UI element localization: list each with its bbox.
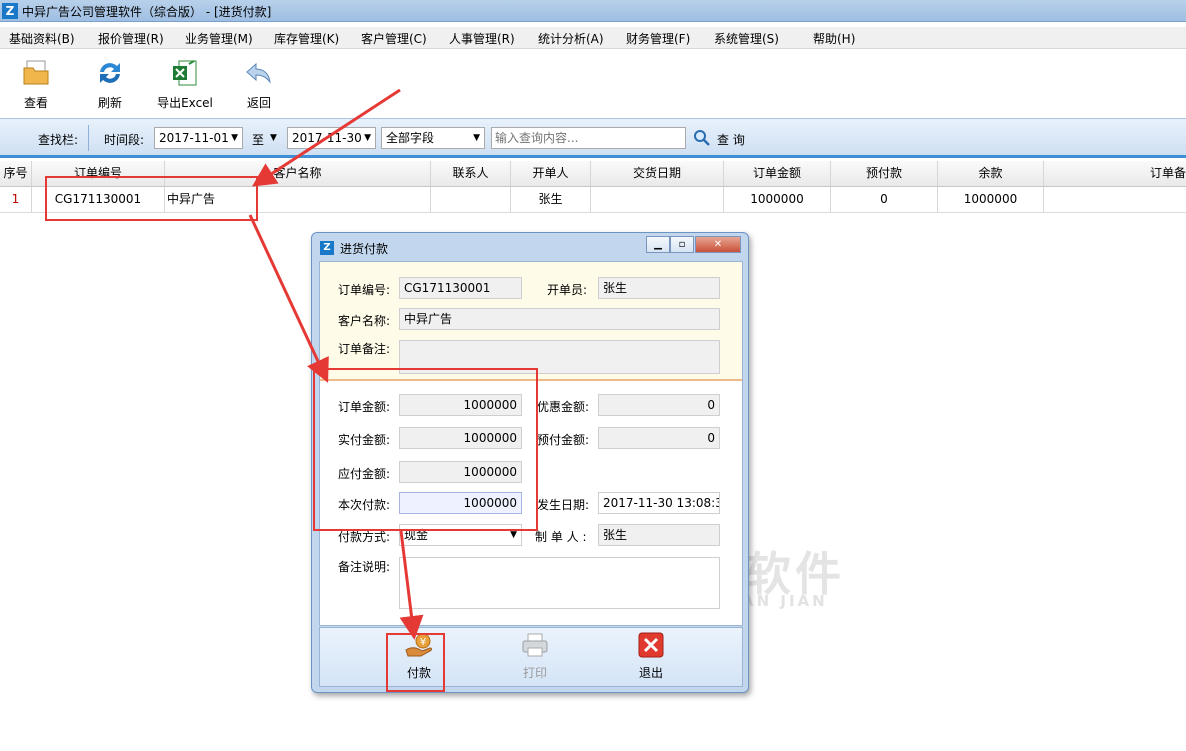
dropdown-arrow-icon: ▼ — [364, 133, 371, 143]
maker-label: 制 单 人 : — [535, 530, 587, 544]
dropdown-arrow-icon: ▼ — [473, 133, 480, 143]
menu-customer[interactable]: 客户管理(C) — [361, 30, 427, 47]
watermark-sub: AN JIAN — [742, 592, 828, 610]
order-remark-label: 订单备注: — [338, 342, 391, 356]
close-button[interactable]: ✕ — [695, 236, 741, 253]
discount-field[interactable]: 0 — [598, 394, 720, 416]
window-title: 中异广告公司管理软件（综合版） - [进货付款] — [22, 5, 272, 19]
dropdown-arrow-icon: ▼ — [231, 133, 238, 143]
cell-prepaid: 0 — [831, 187, 938, 212]
date-label: 发生日期: — [537, 498, 590, 512]
discount-label: 优惠金额: — [537, 400, 590, 414]
toolbar: 查看 刷新 导出Excel 返回 — [0, 50, 1186, 118]
maximize-button[interactable]: ▫ — [670, 236, 694, 253]
col-header[interactable]: 序号 — [0, 161, 32, 186]
printer-icon — [522, 633, 548, 657]
customer-label: 客户名称: — [338, 314, 391, 328]
menu-business[interactable]: 业务管理(M) — [185, 30, 253, 47]
cell-order-remark — [1044, 187, 1186, 212]
refresh-icon — [100, 63, 120, 83]
prepaid-amount-field[interactable]: 0 — [598, 427, 720, 449]
col-header[interactable]: 交货日期 — [591, 161, 724, 186]
menu-inventory[interactable]: 库存管理(K) — [274, 30, 339, 47]
order-no-field[interactable]: CG171130001 — [399, 277, 522, 299]
menu-basic-data[interactable]: 基础资料(B) — [9, 30, 75, 47]
query-button[interactable]: 查 询 — [693, 129, 753, 149]
search-bar: 查找栏: 时间段: 2017-11-01 ▼ 至 ▼ 2017-11-30 ▼ 全部… — [0, 118, 1186, 158]
menu-finance[interactable]: 财务管理(F) — [626, 30, 690, 47]
prepaid-amount-label: 预付金额: — [537, 433, 590, 447]
folder-view-icon — [23, 60, 49, 85]
annotation-box-amounts — [313, 368, 538, 531]
title-bar: Z 中异广告公司管理软件（综合版） - [进货付款] — [0, 0, 1186, 22]
menu-bar: 基础资料(B) 报价管理(R) 业务管理(M) 库存管理(K) 客户管理(C) … — [0, 27, 1186, 49]
creator-field[interactable]: 张生 — [598, 277, 720, 299]
cell-creator: 张生 — [511, 187, 591, 212]
print-button[interactable]: 打印 — [507, 632, 563, 681]
maker-field[interactable]: 张生 — [598, 524, 720, 546]
note-input[interactable] — [399, 557, 720, 609]
order-no-label: 订单编号: — [338, 283, 391, 297]
date-to-picker[interactable]: 2017-11-30 ▼ — [287, 127, 376, 149]
menu-hr[interactable]: 人事管理(R) — [449, 30, 515, 47]
menu-quote[interactable]: 报价管理(R) — [98, 30, 164, 47]
dialog-logo-icon: Z — [320, 241, 334, 255]
col-header[interactable]: 余款 — [938, 161, 1044, 186]
search-bar-label: 查找栏: — [38, 133, 79, 147]
col-header[interactable]: 联系人 — [431, 161, 511, 186]
app-logo-icon: Z — [2, 3, 18, 19]
exit-button[interactable]: 退出 — [623, 632, 679, 681]
refresh-button[interactable]: 刷新 — [80, 58, 140, 111]
dialog-button-bar: ¥ 付款 打印 退出 — [319, 627, 743, 687]
col-header[interactable]: 开单人 — [511, 161, 591, 186]
dialog-title-bar: Z 进货付款 ▁ ▫ ✕ — [312, 233, 748, 261]
cell-balance: 1000000 — [938, 187, 1044, 212]
annotation-box-order-row — [45, 176, 258, 221]
cell-contact — [431, 187, 511, 212]
row-number: 1 — [0, 187, 32, 212]
note-label: 备注说明: — [338, 560, 391, 574]
back-arrow-icon — [246, 62, 271, 84]
annotation-box-pay-button — [386, 633, 445, 692]
creator-label: 开单员: — [547, 283, 588, 297]
col-header[interactable]: 订单金额 — [724, 161, 831, 186]
date-from-picker[interactable]: 2017-11-01 ▼ — [154, 127, 243, 149]
to-dropdown-arrow-icon[interactable]: ▼ — [270, 133, 277, 143]
view-button[interactable]: 查看 — [6, 58, 66, 111]
search-input[interactable] — [491, 127, 686, 149]
col-header[interactable]: 预付款 — [831, 161, 938, 186]
dialog-title: 进货付款 — [340, 242, 389, 256]
excel-icon — [173, 60, 197, 86]
search-icon — [694, 130, 710, 146]
exit-x-icon — [638, 632, 664, 658]
minimize-button[interactable]: ▁ — [646, 236, 670, 253]
col-header[interactable]: 订单备 — [1044, 161, 1186, 186]
separator — [88, 125, 89, 151]
menu-statistics[interactable]: 统计分析(A) — [538, 30, 604, 47]
cell-order-amount: 1000000 — [724, 187, 831, 212]
field-select[interactable]: 全部字段 ▼ — [381, 127, 485, 149]
cell-delivery-date — [591, 187, 724, 212]
close-icon: ✕ — [713, 239, 723, 250]
to-label: 至 — [252, 133, 265, 147]
order-info-section: 订单编号: CG171130001 开单员: 张生 客户名称: 中异广告 订单备… — [320, 262, 742, 381]
export-excel-button[interactable]: 导出Excel — [155, 58, 215, 111]
customer-field[interactable]: 中异广告 — [399, 308, 720, 330]
menu-help[interactable]: 帮助(H) — [813, 30, 855, 47]
back-button[interactable]: 返回 — [229, 58, 289, 111]
date-field[interactable]: 2017-11-30 13:08:31 — [598, 492, 720, 514]
menu-system[interactable]: 系统管理(S) — [714, 30, 779, 47]
time-range-label: 时间段: — [104, 133, 145, 147]
maximize-icon: ▫ — [678, 239, 686, 250]
minimize-icon: ▁ — [654, 239, 662, 250]
